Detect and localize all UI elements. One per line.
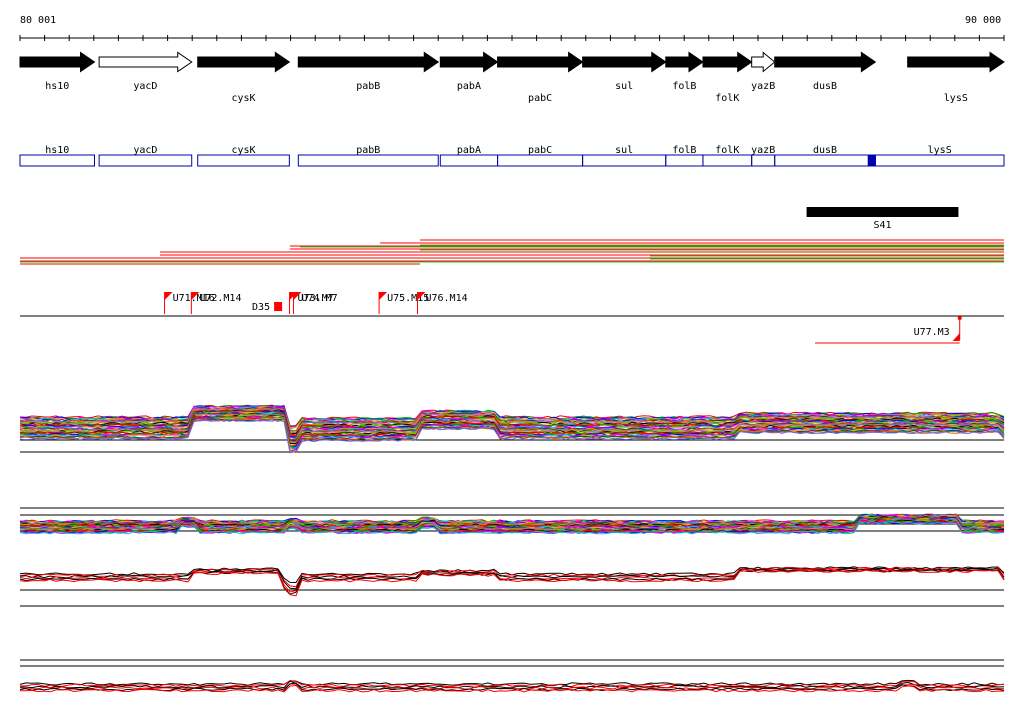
signal-track-multicolor-1 [19, 404, 1005, 454]
primer-dot [957, 316, 962, 320]
gene-arrow-dusB[interactable] [774, 51, 877, 73]
gene-box-label: dusB [813, 145, 837, 156]
gene-box-label: yazB [751, 145, 775, 156]
gene-arrow-label: hs10 [45, 81, 69, 92]
coordinate-ruler: 80 001 90 000 [19, 15, 1005, 41]
gene-arrow-label: pabB [356, 81, 380, 92]
gene-arrow-label: sul [615, 81, 633, 92]
gene-arrow-lysS[interactable] [907, 51, 1005, 73]
gene-box-label: sul [615, 145, 633, 156]
gene-arrow-folB[interactable] [665, 51, 704, 73]
gene-box-hs10[interactable] [19, 154, 95, 167]
gene-arrow-track: hs10 yacD cysK pabB pabA pabC sul folB folK yazB d… [19, 51, 1005, 104]
segment-bar-label: S41 [873, 220, 891, 231]
primer-flag[interactable] [379, 292, 388, 300]
gene-box-label: pabB [356, 145, 380, 156]
gene-arrow-pabC[interactable] [497, 51, 584, 73]
primer-label: D35 [252, 302, 270, 313]
gene-arrow-label: cysK [231, 93, 255, 104]
primer-label: U77.M3 [914, 327, 950, 338]
gene-arrow-pabA[interactable] [439, 51, 499, 73]
gene-box-label: yacD [133, 145, 157, 156]
primer-label: U75.M15 [387, 293, 429, 304]
gene-arrow-sul[interactable] [582, 51, 667, 73]
gene-arrow-yacD[interactable] [98, 51, 193, 73]
ruler-end-label: 90 000 [965, 15, 1001, 26]
gene-box-pabC[interactable] [497, 154, 584, 167]
gene-box-yazB[interactable] [751, 154, 776, 167]
gene-arrow-label: pabA [457, 81, 481, 92]
gene-box-yacD[interactable] [98, 154, 193, 167]
gene-box-folK[interactable] [702, 154, 753, 167]
gene-arrow-label: pabC [528, 93, 552, 104]
gene-box-pabA[interactable] [439, 154, 499, 167]
gene-arrow-pabB[interactable] [297, 51, 440, 73]
primer-block[interactable] [274, 302, 283, 311]
gene-box-sul[interactable] [582, 154, 667, 167]
gene-box-marker [867, 155, 876, 166]
gene-box-lysS[interactable] [874, 154, 1005, 167]
gene-box-label: folB [672, 145, 696, 156]
gene-box-label: folK [715, 145, 739, 156]
read-lines-track [20, 239, 1004, 265]
segment-bar-track: S41 [806, 207, 959, 231]
gene-arrow-folK[interactable] [702, 51, 753, 73]
primer-flag[interactable] [952, 333, 960, 341]
ruler-ticks [19, 35, 1005, 41]
gene-arrow-label: yacD [133, 81, 157, 92]
gene-arrow-hs10[interactable] [19, 51, 96, 73]
gene-arrow-label: yazB [751, 81, 775, 92]
gene-box-pabB[interactable] [297, 154, 439, 167]
primer-label: U74.M7 [301, 293, 337, 304]
gene-box-label: hs10 [45, 145, 69, 156]
genome-browser-view: 80 001 90 000 hs10 yacD cysK pabB pabA pabC su… [19, 15, 1005, 693]
gene-box-label: pabC [528, 145, 552, 156]
gene-arrow-yazB[interactable] [751, 51, 776, 73]
gene-arrow-label: folB [672, 81, 696, 92]
gene-box-label: pabA [457, 145, 481, 156]
signal-track-black-red-2 [19, 659, 1005, 693]
primer-label: U76.M14 [425, 293, 467, 304]
gene-arrow-label: folK [715, 93, 739, 104]
signal-track-multicolor-2 [19, 507, 1005, 535]
gene-box-dusB[interactable] [774, 154, 876, 167]
signal-line [19, 569, 1005, 597]
gene-arrow-label: lysS [944, 93, 968, 104]
primer-flag[interactable] [164, 292, 173, 300]
gene-box-label: lysS [928, 145, 952, 156]
ruler-start-label: 80 001 [20, 15, 56, 26]
primer-label: U72.M14 [199, 293, 241, 304]
gene-arrow-label: dusB [813, 81, 837, 92]
gene-box-folB[interactable] [665, 154, 704, 167]
gene-box-track: hs10 yacD cysK pabB pabA pabC sul folB folK yazB d… [19, 145, 1005, 167]
gene-box-cysK[interactable] [197, 154, 290, 167]
gene-box-label: cysK [231, 145, 255, 156]
primer-flag-track: U71.M16U72.M14D35U73.M7U74.M7 U75.M15U76.… [20, 292, 1004, 344]
signal-track-black-red-1 [19, 566, 1005, 607]
gene-arrow-cysK[interactable] [197, 51, 291, 73]
segment-bar[interactable] [806, 207, 959, 217]
